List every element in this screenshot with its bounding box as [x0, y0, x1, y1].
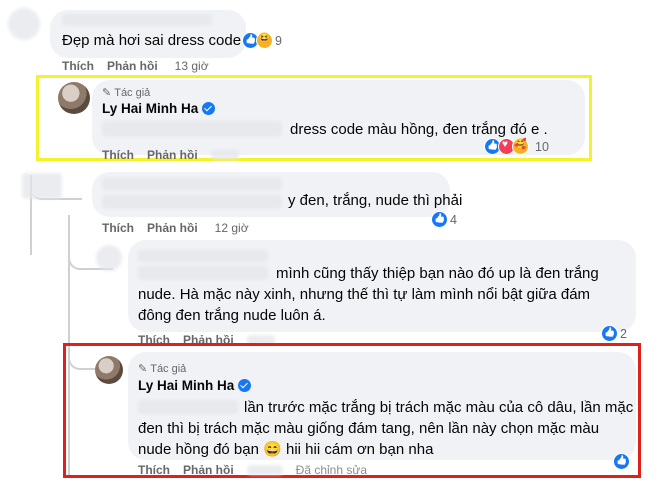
- redacted-avatar: [8, 8, 40, 40]
- author-name[interactable]: Ly Hai Minh Ha: [138, 378, 252, 393]
- redacted-text: [138, 400, 238, 414]
- redacted-name: [138, 250, 268, 262]
- comment-text: Đẹp mà hơi sai dress code: [62, 32, 242, 49]
- author-name[interactable]: Ly Hai Minh Ha: [102, 101, 216, 116]
- haha-icon: [256, 32, 273, 49]
- redacted-time: [246, 465, 283, 475]
- pencil-icon: ✎: [102, 87, 112, 99]
- author-name-label[interactable]: Ly Hai Minh Ha: [138, 378, 234, 393]
- author-tag-label: Tác giả: [150, 362, 187, 375]
- author-tag: ✎ Tác giả: [102, 86, 151, 100]
- edited-label: Đã chỉnh sửa: [295, 463, 368, 477]
- redacted-text: [102, 195, 282, 209]
- reaction-count: 2: [620, 326, 627, 341]
- like-icon: [601, 325, 618, 342]
- comment-actions: Thích Phản hồi Đã chỉnh sửa: [138, 463, 367, 477]
- grin-emoji-icon: 😄: [263, 441, 282, 458]
- reply-button[interactable]: Phản hồi: [147, 221, 198, 235]
- comment-line-1: mình cũng thấy thiệp bạn nào đó up là đe…: [276, 265, 599, 282]
- timestamp[interactable]: 12 giờ: [215, 221, 249, 235]
- like-button[interactable]: Thích: [62, 59, 94, 73]
- redacted-avatar: [22, 173, 62, 199]
- reply-line-3-a: nude hồng đó bạn: [138, 441, 259, 458]
- pencil-icon: ✎: [138, 363, 148, 375]
- verified-badge-icon: [238, 379, 252, 392]
- comment-text: dress code màu hồng, đen trắng đó e .: [290, 121, 548, 138]
- like-button[interactable]: Thích: [102, 148, 134, 162]
- comment-actions: Thích Phản hồi 13 giờ: [62, 59, 209, 73]
- avatar[interactable]: [58, 82, 90, 114]
- reaction-summary[interactable]: 2: [601, 325, 627, 342]
- author-tag-label: Tác giả: [114, 86, 151, 99]
- redacted-time: [210, 150, 239, 160]
- like-icon: [613, 453, 630, 470]
- like-button[interactable]: Thích: [102, 221, 134, 235]
- comment-actions: Thích Phản hồi 12 giờ: [102, 221, 249, 235]
- reaction-count: 9: [275, 33, 282, 48]
- reply-line-3: nude hồng đó bạn 😄 hii hii cám ơn bạn nh…: [138, 440, 433, 460]
- reply-button[interactable]: Phản hồi: [107, 59, 158, 73]
- reply-line-1: lần trước mặc trắng bị trách mặc màu của…: [244, 399, 634, 416]
- reaction-summary[interactable]: [613, 453, 630, 470]
- reply-line-3-b: hii hii cám ơn bạn nha: [285, 441, 434, 458]
- redacted-text: [138, 266, 268, 280]
- reply-button[interactable]: Phản hồi: [183, 463, 234, 477]
- like-icon: [431, 211, 448, 228]
- redacted-text: [102, 121, 282, 137]
- timestamp[interactable]: 13 giờ: [175, 59, 209, 73]
- redacted-name: [62, 14, 212, 26]
- reaction-count: 10: [535, 139, 549, 154]
- redacted-avatar: [96, 245, 122, 271]
- reaction-summary[interactable]: 9: [242, 32, 282, 49]
- like-button[interactable]: Thích: [138, 463, 170, 477]
- author-name-label[interactable]: Ly Hai Minh Ha: [102, 101, 198, 116]
- author-tag: ✎ Tác giả: [138, 362, 187, 376]
- comment-text: y đen, trắng, nude thì phải: [288, 192, 463, 209]
- comment-line-3: đông đen trắng nude luôn á.: [138, 307, 326, 324]
- redacted-name: [102, 178, 282, 190]
- care-icon: [512, 138, 529, 155]
- verified-badge-icon: [202, 102, 216, 115]
- reaction-summary[interactable]: 10: [484, 138, 549, 155]
- reaction-summary[interactable]: 4: [431, 211, 457, 228]
- reply-line-2: đen thì bị trách mặc màu giống đám tang,…: [138, 420, 600, 437]
- comment-actions: Thích Phản hồi: [102, 148, 239, 162]
- reply-button[interactable]: Phản hồi: [147, 148, 198, 162]
- comment-line-2: nude. Hà mặc này xinh, nhưng thế thì tự …: [138, 286, 591, 303]
- reaction-count: 4: [450, 212, 457, 227]
- avatar[interactable]: [95, 356, 123, 384]
